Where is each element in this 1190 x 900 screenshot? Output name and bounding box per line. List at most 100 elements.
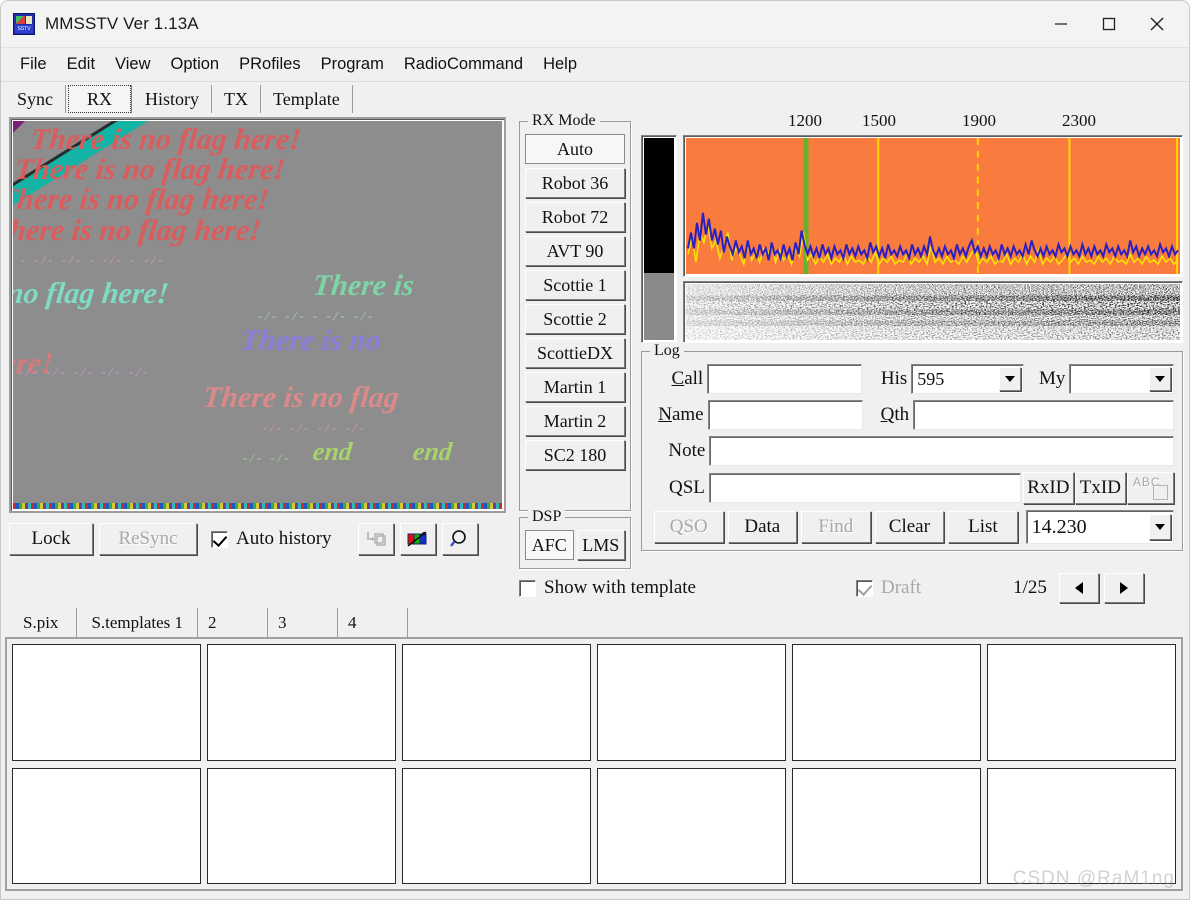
rx-mode-avt-90[interactable]: AVT 90 [525,236,625,266]
rx-mode-martin-1[interactable]: Martin 1 [525,372,625,402]
rx-received-image[interactable]: There is no flag here! There is no flag … [13,121,502,509]
thumbnail-cell[interactable] [12,644,201,761]
auto-history-checkbox[interactable]: Auto history [211,528,332,550]
chevron-down-icon[interactable] [998,367,1021,391]
rx-mode-sc2-180[interactable]: SC2 180 [525,440,625,470]
thumb-tab-3[interactable]: 3 [268,608,339,638]
tab-sync[interactable]: Sync [5,85,66,113]
chevron-down-icon[interactable] [1148,514,1171,540]
dsp-group: DSP AFC LMS [519,508,631,569]
rx-text-line: There is no flag here! [13,183,271,216]
thumb-tab-spix[interactable]: S.pix [5,608,78,638]
auto-history-checkbox-box[interactable] [211,530,228,548]
main-content: There is no flag here! There is no flag … [1,111,1189,896]
arrow-left-icon[interactable] [1058,573,1099,603]
lock-button[interactable]: Lock [9,523,93,555]
thumbnail-cell[interactable] [792,767,981,884]
thumbnail-cell[interactable] [987,767,1176,884]
draft-checkbox-box[interactable] [855,579,873,597]
tab-tx[interactable]: TX [212,85,262,113]
qsl-input[interactable] [708,473,1021,503]
dsp-afc-button[interactable]: AFC [525,530,574,560]
note-label: Note [668,440,706,461]
waterfall-canvas[interactable] [686,284,1180,340]
his-combo[interactable]: 595 [911,364,1024,394]
log-row-name: Name Qth [650,400,1175,430]
rx-mode-scottie-dx[interactable]: ScottieDX [525,338,625,368]
menu-edit[interactable]: Edit [58,53,104,76]
frequency-combo[interactable]: 14.230 [1025,510,1174,544]
copy-to-history-icon[interactable] [357,523,394,555]
rx-mode-scottie-2[interactable]: Scottie 2 [525,304,625,334]
thumbnail-cell[interactable] [792,644,981,761]
window-controls [1037,1,1189,47]
thumb-tab-stemplates1[interactable]: S.templates 1 [77,608,199,638]
rx-mode-group: RX Mode Auto Robot 36 Robot 72 AVT 90 Sc… [519,112,631,511]
name-input[interactable] [707,400,864,430]
rxid-button[interactable]: RxID [1022,472,1074,504]
rx-mode-scottie-1[interactable]: Scottie 1 [525,270,625,300]
rx-mode-auto[interactable]: Auto [525,134,625,164]
dsp-lms-button[interactable]: LMS [576,530,625,560]
rx-text-subline: - -/- -/- - -/- - -/- [20,252,167,267]
tab-rx[interactable]: RX [68,85,132,113]
tab-history[interactable]: History [133,85,213,113]
rx-text-line: no flag here! [13,277,171,310]
draft-checkbox[interactable]: Draft [855,577,921,599]
menu-help[interactable]: Help [534,53,586,76]
main-tab-strip: Sync RX History TX Template [1,82,1189,113]
call-input[interactable] [707,364,862,394]
list-button[interactable]: List [948,511,1018,543]
color-adjust-icon[interactable] [399,523,436,555]
rx-mode-martin-2[interactable]: Martin 2 [525,406,625,436]
maximize-icon[interactable] [1085,1,1133,47]
thumbnail-cell[interactable] [402,767,591,884]
menu-option[interactable]: Option [162,53,229,76]
qth-input[interactable] [913,400,1175,430]
log-row-note: Note [650,436,1174,466]
menu-program[interactable]: Program [312,53,393,76]
show-with-template-checkbox-box[interactable] [519,579,536,597]
thumbnail-grid [12,644,1176,884]
minimize-icon[interactable] [1037,1,1085,47]
qso-button[interactable]: QSO [654,511,724,543]
magnifier-icon[interactable] [441,523,478,555]
menu-view[interactable]: View [106,53,159,76]
thumbnail-cell[interactable] [597,767,786,884]
thumbnail-cell[interactable] [987,644,1176,761]
rx-mode-robot-72[interactable]: Robot 72 [525,202,625,232]
chevron-down-icon[interactable] [1149,367,1171,391]
menu-profiles[interactable]: PRofiles [230,53,309,76]
level-meter-dark-segment [644,138,674,274]
menu-file[interactable]: File [11,53,56,76]
clear-button[interactable]: Clear [874,511,945,543]
rx-mode-title: RX Mode [528,112,600,130]
rx-mode-robot-36[interactable]: Robot 36 [525,168,625,198]
arrow-right-icon[interactable] [1103,573,1144,603]
resync-button[interactable]: ReSync [99,523,197,555]
show-with-template-checkbox[interactable]: Show with template [519,577,696,599]
waterfall-display[interactable] [683,281,1183,343]
window-title: MMSSTV Ver 1.13A [45,14,199,33]
tab-template[interactable]: Template [261,85,353,113]
spectrum-canvas[interactable] [686,138,1180,274]
abc-button[interactable]: ABC [1126,472,1174,504]
spectrum-display[interactable] [683,135,1183,277]
rx-text-subline: -/- -/- -/- -/- [262,420,368,435]
rx-image-frame[interactable]: There is no flag here! There is no flag … [9,117,506,513]
menu-radiocommand[interactable]: RadioCommand [395,53,532,76]
note-input[interactable] [709,436,1174,466]
frequency-value: 14.230 [1031,515,1087,538]
txid-button[interactable]: TxID [1074,472,1126,504]
thumbnail-cell[interactable] [207,644,396,761]
thumb-tab-2[interactable]: 2 [198,608,269,638]
find-button[interactable]: Find [801,511,871,543]
thumbnail-cell[interactable] [402,644,591,761]
close-icon[interactable] [1133,1,1181,47]
thumbnail-cell[interactable] [207,767,396,884]
thumb-tab-4[interactable]: 4 [338,608,409,638]
data-button[interactable]: Data [727,511,798,543]
my-combo[interactable] [1069,364,1174,394]
thumbnail-cell[interactable] [12,767,201,884]
thumbnail-cell[interactable] [597,644,786,761]
